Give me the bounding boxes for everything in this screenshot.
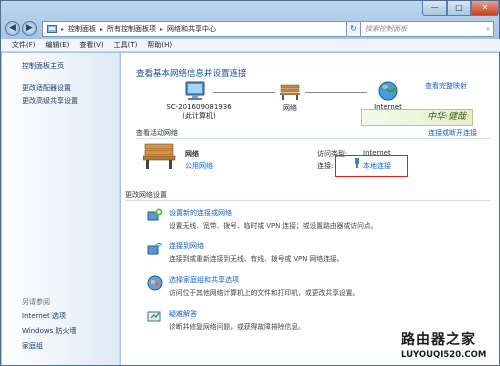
- divider: [136, 138, 491, 139]
- computer-node-label: SC-201609081936 (此计算机): [149, 103, 249, 121]
- maximize-button[interactable]: □: [447, 1, 471, 16]
- link-line: [305, 92, 367, 93]
- task-desc-connect-network: 连接到或重新连接到无线、有线、拨号或 VPN 网络连接。: [169, 255, 344, 263]
- task-link-connect-network[interactable]: 连接到网络: [169, 241, 204, 251]
- connections-label: 连接:: [317, 162, 334, 170]
- watermark-site-url: LUYOUQI520.COM: [401, 350, 487, 360]
- search-icon[interactable]: ⌕: [486, 22, 490, 36]
- view-full-map-link[interactable]: 查看完整映射: [425, 81, 467, 91]
- watermark-site: 路由器之家 LUYOUQI520.COM: [397, 327, 499, 365]
- page-title: 查看基本网络信息并设置连接: [136, 69, 247, 79]
- sidebar-item-homegroup[interactable]: 家庭组: [22, 341, 43, 351]
- watermark-logo: 中华·健哉: [361, 109, 473, 126]
- task-link-troubleshoot[interactable]: 疑难解答: [169, 309, 197, 319]
- breadcrumb-all-items[interactable]: 所有控制面板项: [107, 24, 156, 34]
- network-type-link[interactable]: 公用网络: [185, 161, 213, 171]
- refresh-icon[interactable]: ↻: [346, 21, 361, 37]
- address-bar[interactable]: ▸ 控制面板 ▸ 所有控制面板项 ▸ 网络和共享中心: [42, 21, 349, 37]
- task-desc-homegroup: 访问位于其他网络计算机上的文件和打印机，或更改共享设置。: [169, 289, 360, 297]
- local-connection-link[interactable]: 本地连接: [363, 161, 391, 171]
- network-node-label: 网络: [283, 104, 297, 112]
- breadcrumb-network-center[interactable]: 网络和共享中心: [167, 24, 216, 34]
- task-link-new-connection[interactable]: 设置新的连接或网络: [169, 208, 232, 218]
- change-settings-heading: 更改网络设置: [125, 191, 167, 199]
- breadcrumb-control-panel[interactable]: 控制面板: [68, 24, 96, 34]
- task-desc-troubleshoot: 诊断并修复网络问题，或获得故障排除信息。: [169, 323, 305, 331]
- menu-tools[interactable]: 工具(T): [109, 39, 143, 51]
- menu-view[interactable]: 查看(V): [74, 39, 108, 51]
- minimize-button[interactable]: —: [422, 1, 447, 16]
- computer-icon: [185, 81, 205, 100]
- sidebar-item-firewall[interactable]: Windows 防火墙: [22, 326, 76, 336]
- connect-disconnect-link[interactable]: 连接或断开连接: [428, 128, 477, 138]
- see-also-heading: 另请参阅: [22, 298, 50, 306]
- active-network-heading: 查看活动网络: [136, 129, 178, 137]
- computer-sub: (此计算机): [182, 112, 216, 120]
- breadcrumb-separator-icon: ▸: [61, 25, 65, 33]
- back-button[interactable]: ◀: [5, 21, 20, 36]
- troubleshoot-icon: [147, 311, 161, 322]
- computer-name: SC-201609081936: [166, 103, 232, 111]
- sidebar-item-home[interactable]: 控制面板主页: [22, 61, 64, 71]
- breadcrumb-separator-icon: ▸: [100, 25, 104, 33]
- search-placeholder: 搜索控制面板: [365, 25, 407, 33]
- menu-file[interactable]: 文件(F): [7, 39, 41, 51]
- explorer-window: — □ ✕ ◀ ▶ ▸ 控制面板 ▸ 所有控制面板项 ▸ 网络和共享中心 ↻ 搜…: [0, 0, 500, 366]
- sidebar-item-adapter-settings[interactable]: 更改适配器设置: [22, 83, 71, 93]
- close-button[interactable]: ✕: [471, 1, 499, 16]
- bench-network-icon: [280, 84, 300, 100]
- title-bar: — □ ✕: [1, 1, 500, 19]
- divider: [125, 200, 491, 201]
- sidebar: 控制面板主页 更改适配器设置 更改高级共享设置 另请参阅 Internet 选项…: [2, 53, 120, 365]
- main-content: 查看基本网络信息并设置连接 查看完整映射 SC-201609081936 (此计…: [121, 53, 499, 365]
- connect-network-icon: [147, 243, 163, 255]
- menu-bar: 文件(F) 编辑(E) 查看(V) 工具(T) 帮助(H): [1, 39, 500, 52]
- sidebar-item-internet-options[interactable]: Internet 选项: [22, 311, 66, 321]
- control-panel-icon: [47, 24, 57, 33]
- ethernet-icon: [355, 158, 359, 168]
- forward-button[interactable]: ▶: [22, 21, 37, 36]
- breadcrumb-separator-icon: ▸: [160, 25, 164, 33]
- sidebar-item-advanced-sharing[interactable]: 更改高级共享设置: [22, 96, 78, 106]
- bench-icon: [143, 143, 176, 169]
- watermark-site-title: 路由器之家: [401, 332, 476, 348]
- search-input[interactable]: 搜索控制面板 ⌕: [360, 21, 494, 37]
- navigation-bar: ◀ ▶ ▸ 控制面板 ▸ 所有控制面板项 ▸ 网络和共享中心 ↻ 搜索控制面板 …: [1, 19, 500, 39]
- globe-icon: [378, 81, 398, 101]
- link-line: [213, 92, 275, 93]
- task-desc-new-connection: 设置无线、宽带、拨号、临时或 VPN 连接；或设置路由器或访问点。: [169, 222, 378, 230]
- menu-edit[interactable]: 编辑(E): [41, 39, 75, 51]
- active-network-name: 网络: [185, 150, 199, 158]
- homegroup-icon: [147, 275, 163, 291]
- task-link-homegroup[interactable]: 选择家庭组和共享选项: [169, 275, 239, 285]
- menu-help[interactable]: 帮助(H): [142, 39, 177, 51]
- new-connection-icon: [147, 208, 163, 221]
